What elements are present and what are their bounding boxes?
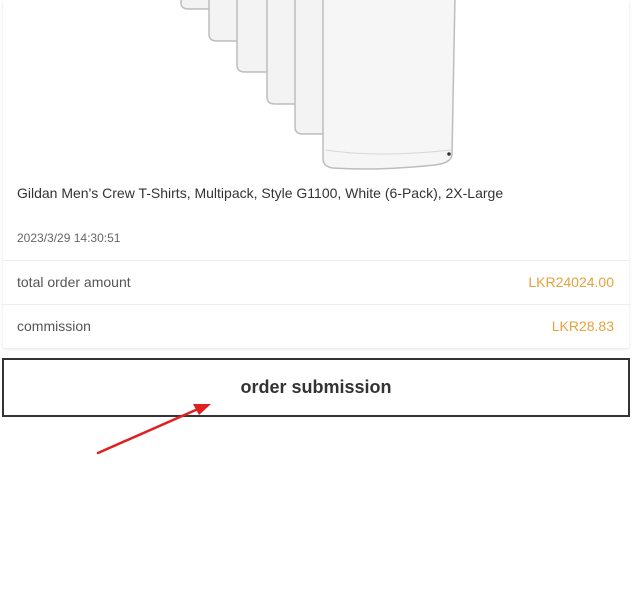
commission-label: commission: [17, 318, 91, 334]
product-image: [180, 0, 456, 170]
total-order-amount-row: total order amount LKR24024.00: [3, 260, 629, 305]
order-timestamp: 2023/3/29 14:30:51: [17, 231, 121, 245]
product-title[interactable]: Gildan Men's Crew T-Shirts, Multipack, S…: [17, 185, 503, 201]
order-card: Gildan Men's Crew T-Shirts, Multipack, S…: [3, 0, 629, 348]
commission-row: commission LKR28.83: [3, 304, 629, 349]
total-order-amount-value: LKR24024.00: [528, 274, 614, 290]
commission-value: LKR28.83: [551, 318, 614, 334]
order-submission-button[interactable]: order submission: [2, 358, 630, 417]
page: Gildan Men's Crew T-Shirts, Multipack, S…: [0, 0, 635, 589]
total-order-amount-label: total order amount: [17, 274, 131, 290]
